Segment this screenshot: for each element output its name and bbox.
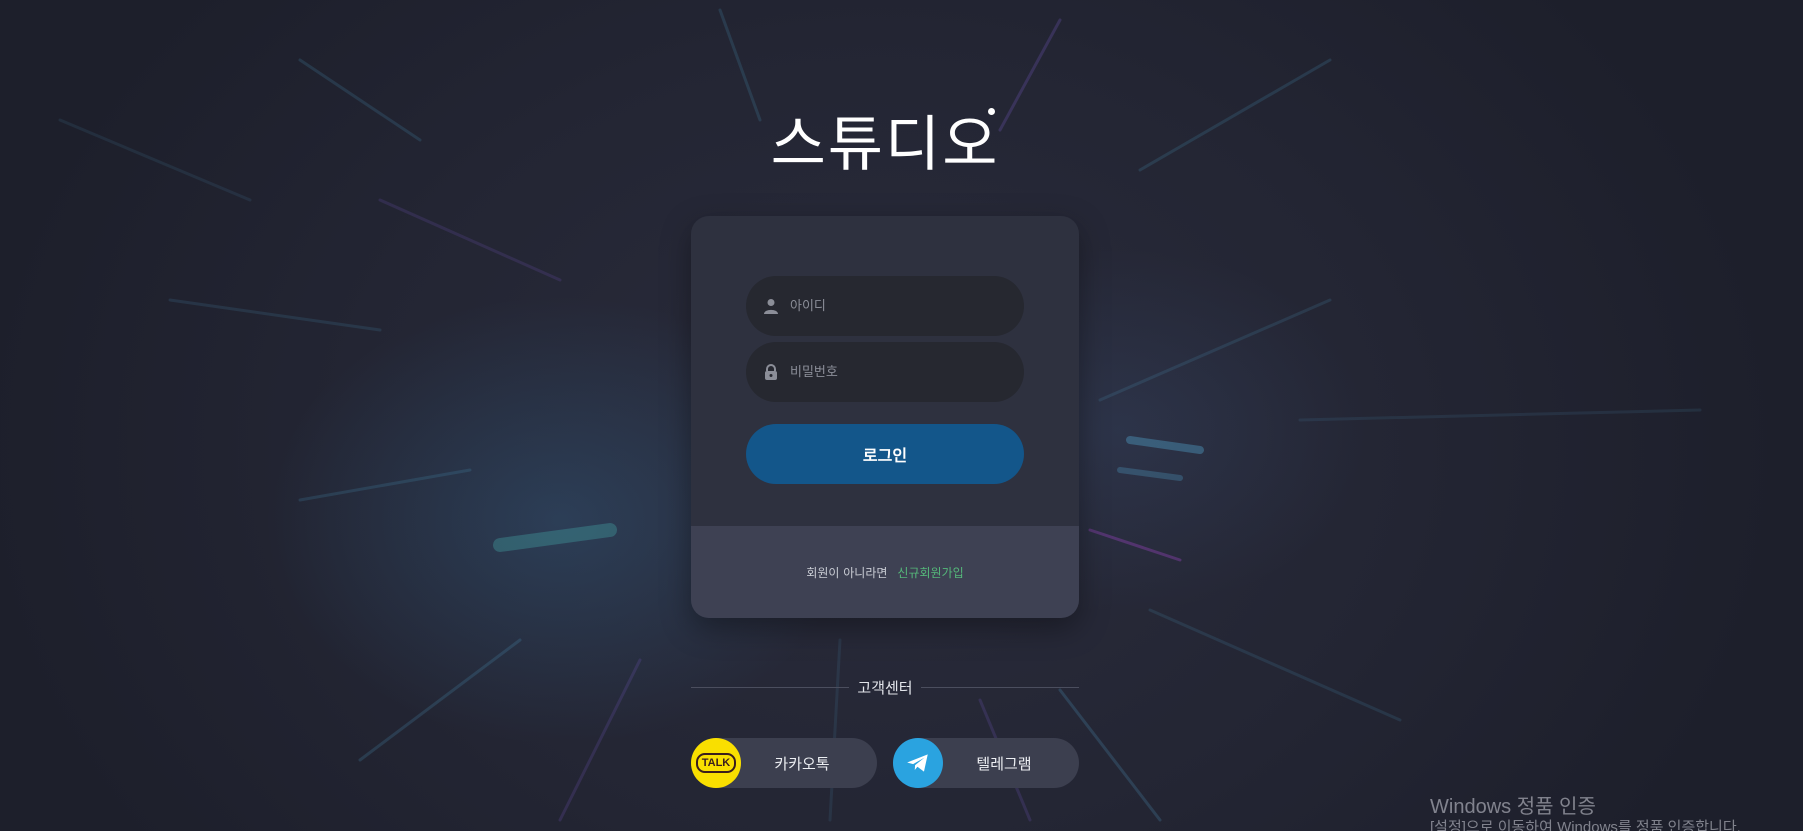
password-input[interactable] — [790, 364, 1004, 380]
customer-center-divider: 고객센터 — [691, 676, 1080, 698]
lock-icon — [762, 363, 780, 381]
kakao-talk-label: 카카오톡 — [774, 754, 830, 773]
windows-activation-watermark: Windows 정품 인증 [설정]으로 이동하여 Windows를 정품 인증… — [1430, 795, 1741, 831]
signup-prompt: 회원이 아니라면 — [806, 565, 888, 580]
windows-activation-title: Windows 정품 인증 — [1430, 796, 1596, 818]
logo-dot — [988, 108, 995, 115]
kakao-talk-icon: TALK — [691, 738, 741, 788]
divider-line-right — [920, 686, 1080, 688]
username-field[interactable] — [746, 276, 1024, 336]
signup-row: 회원이 아니라면 신규회원가입 — [691, 526, 1079, 618]
site-logo: 스튜디오 — [0, 96, 1770, 183]
telegram-label: 텔레그램 — [976, 754, 1032, 773]
windows-activation-subtitle: [설정]으로 이동하여 Windows를 정품 인증합니다. — [1430, 819, 1741, 831]
login-card: 로그인 회원이 아니라면 신규회원가입 — [691, 216, 1079, 618]
password-field[interactable] — [746, 342, 1024, 402]
divider-line-left — [691, 686, 850, 688]
login-button[interactable]: 로그인 — [746, 424, 1024, 484]
kakao-talk-button[interactable]: TALK 카카오톡 — [691, 738, 877, 788]
customer-center-title: 고객센터 — [857, 678, 913, 697]
user-icon — [762, 297, 780, 315]
kakao-talk-badge: TALK — [695, 753, 737, 773]
telegram-button[interactable]: 텔레그램 — [893, 738, 1079, 788]
login-form: 로그인 — [691, 216, 1079, 526]
username-input[interactable] — [790, 298, 1004, 314]
telegram-plane-icon — [893, 738, 943, 788]
signup-link[interactable]: 신규회원가입 — [897, 564, 963, 581]
signup-section: 회원이 아니라면 신규회원가입 — [691, 526, 1079, 618]
logo-text: 스튜디오 — [770, 110, 1000, 180]
